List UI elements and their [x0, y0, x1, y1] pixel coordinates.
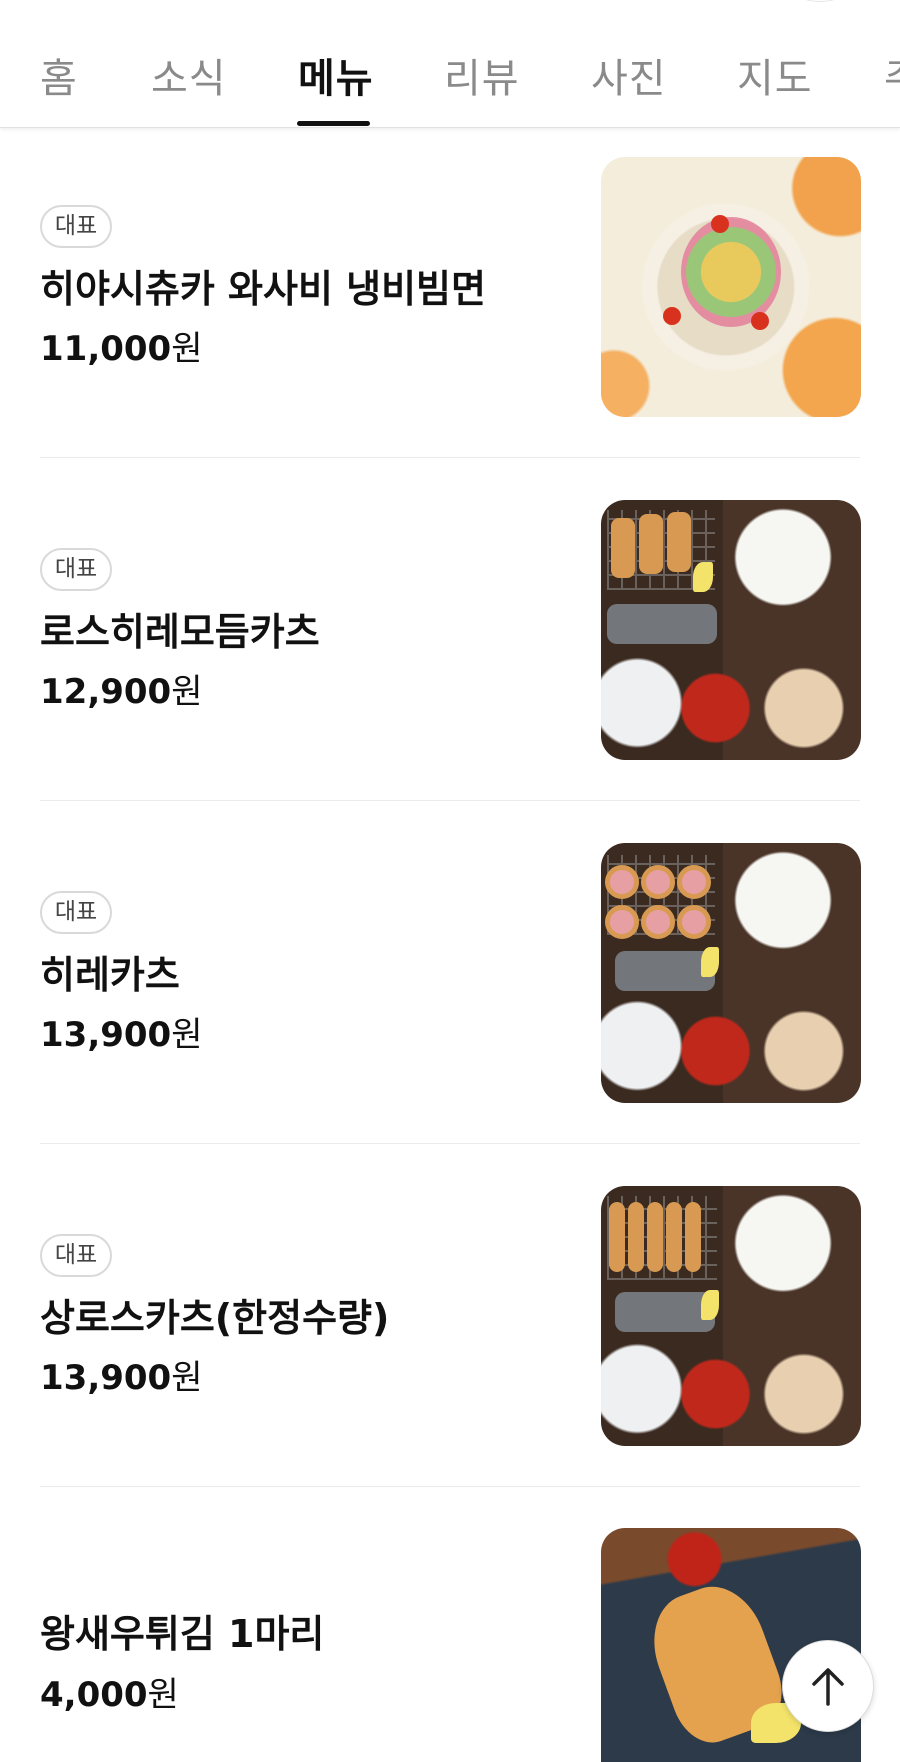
menu-item-text: 대표 상로스카츠(한정수량) 13,900원 [40, 1144, 580, 1487]
menu-item-name: 로스히레모듬카츠 [40, 610, 320, 654]
signature-badge: 대표 [40, 548, 112, 591]
katsu-set-photo[interactable] [601, 500, 861, 760]
menu-item-text: 왕새우튀김 1마리 4,000원 [40, 1487, 580, 1762]
signature-badge: 대표 [40, 1234, 112, 1277]
menu-item-text: 대표 로스히레모듬카츠 12,900원 [40, 458, 580, 801]
menu-item[interactable]: 대표 로스히레모듬카츠 12,900원 [40, 458, 861, 801]
tab-bar: 홈 소식 메뉴 리뷰 사진 지도 주 [0, 0, 900, 128]
cold-noodle-photo[interactable] [601, 157, 861, 417]
tab-menu[interactable]: 메뉴 [298, 46, 374, 104]
tab-photos[interactable]: 사진 [591, 46, 667, 104]
menu-item-name: 상로스카츠(한정수량) [40, 1296, 390, 1340]
menu-item-name: 히야시츄카 와사비 냉비빔면 [40, 267, 486, 311]
tab-home[interactable]: 홈 [40, 46, 78, 104]
menu-item-price: 11,000원 [40, 329, 203, 369]
menu-item-name: 히레카츠 [40, 953, 180, 997]
tab-news[interactable]: 소식 [151, 46, 227, 104]
arrow-up-icon [812, 1668, 844, 1706]
menu-item-price: 13,900원 [40, 1358, 203, 1398]
menu-item[interactable]: 대표 히레카츠 13,900원 [40, 801, 861, 1144]
menu-item-price: 12,900원 [40, 672, 203, 712]
signature-badge: 대표 [40, 205, 112, 248]
rosu-katsu-set-photo[interactable] [601, 1186, 861, 1446]
menu-item[interactable]: 대표 상로스카츠(한정수량) 13,900원 [40, 1144, 861, 1487]
tab-more-partial[interactable]: 주 [884, 46, 900, 104]
menu-item-text: 대표 히레카츠 13,900원 [40, 801, 580, 1144]
menu-item-name: 왕새우튀김 1마리 [40, 1612, 325, 1656]
tab-map[interactable]: 지도 [737, 46, 813, 104]
signature-badge: 대표 [40, 891, 112, 934]
tab-reviews[interactable]: 리뷰 [444, 46, 520, 104]
menu-item[interactable]: 왕새우튀김 1마리 4,000원 [40, 1487, 861, 1762]
menu-item[interactable]: 대표 히야시츄카 와사비 냉비빔면 11,000원 [40, 115, 861, 458]
scroll-to-top-button[interactable] [782, 1640, 874, 1732]
menu-item-text: 대표 히야시츄카 와사비 냉비빔면 11,000원 [40, 115, 580, 458]
top-handle [790, 0, 850, 2]
menu-item-price: 4,000원 [40, 1675, 179, 1715]
hire-katsu-set-photo[interactable] [601, 843, 861, 1103]
menu-item-price: 13,900원 [40, 1015, 203, 1055]
